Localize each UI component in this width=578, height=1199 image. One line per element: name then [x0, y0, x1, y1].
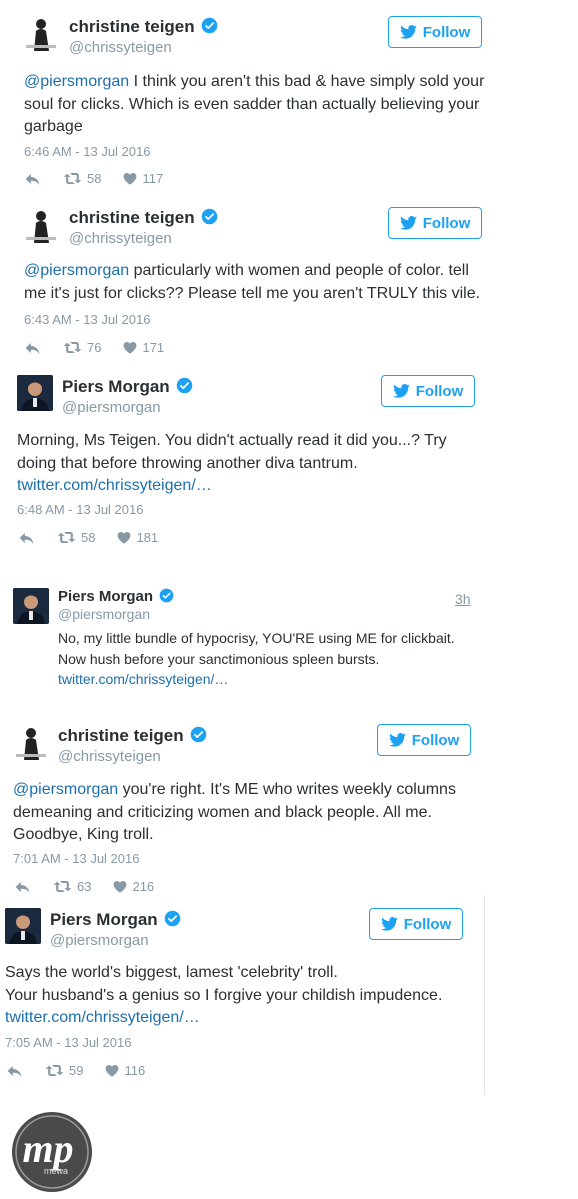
tweet-text: @piersmorgan you're right. It's ME who w…: [13, 781, 456, 843]
like-icon: [113, 880, 127, 893]
like-icon: [123, 341, 137, 354]
tweet-link[interactable]: twitter.com/chrissyteigen/…: [58, 669, 528, 690]
verified-badge-icon: [190, 726, 207, 743]
retweet-button[interactable]: 63: [53, 879, 91, 894]
reply-icon: [18, 531, 35, 545]
twitter-bird-icon: [389, 733, 406, 747]
tweet-2: christine teigen @chrissyteigen Follow @…: [0, 195, 578, 365]
tweet-actions: 76 171: [24, 340, 186, 355]
tweet-text: No, my little bundle of hypocrisy, YOU'R…: [58, 628, 528, 690]
handle[interactable]: @chrissyteigen: [58, 748, 161, 765]
tweet-actions: 59 116: [6, 1063, 167, 1078]
like-button[interactable]: 181: [117, 530, 158, 545]
watermark-letters: mp: [22, 1126, 73, 1171]
reply-button[interactable]: [24, 172, 41, 186]
retweet-button[interactable]: 58: [57, 530, 95, 545]
embed-border: [484, 895, 485, 1095]
avatar[interactable]: [5, 908, 41, 944]
handle[interactable]: @chrissyteigen: [69, 39, 172, 56]
retweet-icon: [53, 880, 72, 893]
tweet-actions: 63 216: [14, 879, 176, 894]
retweet-icon: [63, 341, 82, 354]
tweet-text: @piersmorgan I think you aren't this bad…: [24, 73, 485, 135]
twitter-bird-icon: [381, 917, 398, 931]
twitter-bird-icon: [400, 216, 417, 230]
avatar[interactable]: [17, 375, 53, 411]
like-icon: [123, 172, 137, 185]
mention-link[interactable]: @piersmorgan: [24, 262, 129, 279]
tweet-age[interactable]: 3h: [455, 591, 471, 607]
tweet-3: Piers Morgan @piersmorgan Follow Morning…: [0, 365, 578, 560]
retweet-icon: [57, 531, 76, 544]
retweet-icon: [63, 172, 82, 185]
reply-button[interactable]: [18, 531, 35, 545]
verified-badge-icon: [201, 208, 218, 225]
verified-badge-icon: [159, 588, 174, 603]
verified-badge-icon: [176, 377, 193, 394]
handle[interactable]: @chrissyteigen: [69, 230, 172, 247]
retweet-icon: [45, 1064, 64, 1077]
reply-button[interactable]: [24, 341, 41, 355]
reply-button[interactable]: [6, 1064, 23, 1078]
avatar[interactable]: [13, 588, 49, 624]
mention-link[interactable]: @piersmorgan: [24, 73, 129, 90]
like-button[interactable]: 116: [105, 1063, 145, 1078]
tweet-4: Piers Morgan @piersmorgan 3h No, my litt…: [0, 580, 578, 700]
follow-button[interactable]: Follow: [388, 207, 482, 239]
tweet-actions: 58 181: [18, 530, 180, 545]
avatar[interactable]: [13, 724, 49, 760]
like-button[interactable]: 171: [123, 340, 164, 355]
display-name[interactable]: Piers Morgan: [50, 910, 181, 930]
twitter-bird-icon: [393, 384, 410, 398]
tweet-link[interactable]: twitter.com/chrissyteigen/…: [5, 1007, 480, 1030]
display-name[interactable]: Piers Morgan: [58, 588, 174, 605]
tweet-text: @piersmorgan particularly with women and…: [24, 262, 481, 302]
handle[interactable]: @piersmorgan: [50, 932, 149, 949]
tweet-1: christine teigen @chrissyteigen Follow @…: [0, 0, 578, 195]
timestamp[interactable]: 6:46 AM - 13 Jul 2016: [24, 144, 150, 159]
tweet-6: Piers Morgan @piersmorgan Follow Says th…: [0, 900, 484, 1095]
timestamp[interactable]: 7:01 AM - 13 Jul 2016: [13, 851, 139, 866]
reply-icon: [14, 880, 31, 894]
display-name[interactable]: christine teigen: [69, 17, 218, 37]
mention-link[interactable]: @piersmorgan: [13, 781, 118, 798]
follow-button[interactable]: Follow: [377, 724, 471, 756]
watermark-tagline: mewa: [44, 1166, 68, 1176]
display-name[interactable]: christine teigen: [58, 726, 207, 746]
handle[interactable]: @piersmorgan: [58, 606, 150, 622]
display-name[interactable]: Piers Morgan: [62, 377, 193, 397]
like-icon: [105, 1064, 119, 1077]
tweet-text: Says the world's biggest, lamest 'celebr…: [5, 962, 480, 1030]
avatar[interactable]: [23, 15, 59, 51]
like-button[interactable]: 117: [123, 171, 163, 186]
display-name[interactable]: christine teigen: [69, 208, 218, 228]
retweet-button[interactable]: 59: [45, 1063, 83, 1078]
tweet-link[interactable]: twitter.com/chrissyteigen/…: [17, 475, 487, 498]
follow-button[interactable]: Follow: [388, 16, 482, 48]
tweet-actions: 58 117: [24, 171, 185, 186]
avatar[interactable]: [23, 207, 59, 243]
like-button[interactable]: 216: [113, 879, 154, 894]
timestamp[interactable]: 7:05 AM - 13 Jul 2016: [5, 1035, 131, 1050]
twitter-bird-icon: [400, 25, 417, 39]
like-icon: [117, 531, 131, 544]
verified-badge-icon: [164, 910, 181, 927]
follow-button[interactable]: Follow: [381, 375, 475, 407]
retweet-button[interactable]: 76: [63, 340, 101, 355]
handle[interactable]: @piersmorgan: [62, 399, 161, 416]
watermark-logo: mp mewa: [10, 1110, 94, 1194]
timestamp[interactable]: 6:48 AM - 13 Jul 2016: [17, 502, 143, 517]
timestamp[interactable]: 6:43 AM - 13 Jul 2016: [24, 312, 150, 327]
retweet-button[interactable]: 58: [63, 171, 101, 186]
tweet-text: Morning, Ms Teigen. You didn't actually …: [17, 430, 487, 498]
verified-badge-icon: [201, 17, 218, 34]
reply-icon: [6, 1064, 23, 1078]
tweet-5: christine teigen @chrissyteigen Follow @…: [0, 712, 578, 902]
follow-button[interactable]: Follow: [369, 908, 463, 940]
reply-icon: [24, 172, 41, 186]
reply-icon: [24, 341, 41, 355]
reply-button[interactable]: [14, 880, 31, 894]
